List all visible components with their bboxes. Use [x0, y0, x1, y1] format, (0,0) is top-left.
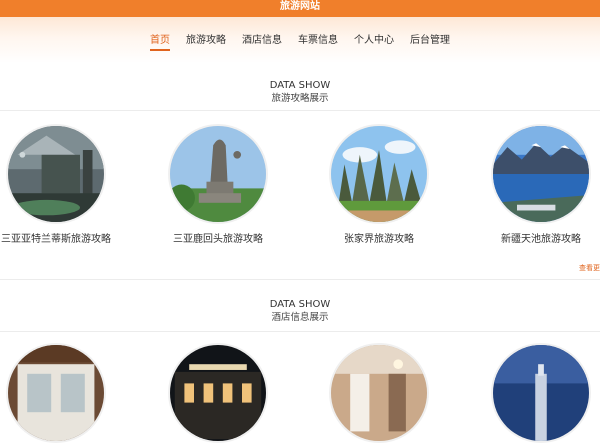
- luhuitou-statue-image: [168, 124, 268, 224]
- travel-card-caption: 张家界旅游攻略: [344, 234, 414, 245]
- travel-card-caption: 新疆天池旅游攻略: [501, 234, 581, 245]
- hotel-card-3[interactable]: [299, 343, 459, 443]
- hotel-night-exterior-image: [168, 343, 268, 443]
- hotel-card-4[interactable]: [461, 343, 600, 443]
- site-title-bar: 旅游网站: [0, 0, 600, 17]
- nav-item-hotel-info[interactable]: 酒店信息: [242, 31, 282, 51]
- travel-section-header: DATA SHOW 旅游攻略展示: [0, 79, 600, 106]
- section-divider: [0, 110, 600, 111]
- nav-menu: 首页 旅游攻略 酒店信息 车票信息 个人中心 后台管理: [0, 31, 600, 51]
- hotel-section-title-zh: 酒店信息展示: [271, 312, 329, 323]
- travel-section-title-en: DATA SHOW: [269, 80, 331, 91]
- hotel-interior-image: [329, 343, 429, 443]
- nav-item-personal-center[interactable]: 个人中心: [354, 31, 394, 51]
- hotel-card-1[interactable]: [0, 343, 136, 443]
- travel-card-caption: 三亚鹿回头旅游攻略: [173, 234, 263, 245]
- section-divider: [0, 331, 600, 332]
- travel-card-zhangjiajie[interactable]: 张家界旅游攻略: [299, 124, 459, 245]
- main-navigation: 首页 旅游攻略 酒店信息 车票信息 个人中心 后台管理: [0, 17, 600, 63]
- nav-item-admin[interactable]: 后台管理: [410, 31, 450, 51]
- travel-section-title-zh: 旅游攻略展示: [271, 93, 329, 104]
- hotel-section-header: DATA SHOW 酒店信息展示: [0, 298, 600, 325]
- view-more-link[interactable]: 查看更: [579, 263, 600, 273]
- hotel-card-2[interactable]: [138, 343, 298, 443]
- site-title: 旅游网站: [280, 1, 320, 12]
- zhangjiajie-mountains-image: [329, 124, 429, 224]
- section-divider: [0, 279, 600, 280]
- hotel-section-title-en: DATA SHOW: [269, 299, 331, 310]
- travel-card-tianchi[interactable]: 新疆天池旅游攻略: [461, 124, 600, 245]
- travel-card-luhuitou[interactable]: 三亚鹿回头旅游攻略: [138, 124, 298, 245]
- nav-item-travel-guides[interactable]: 旅游攻略: [186, 31, 226, 51]
- hotel-tower-image: [491, 343, 591, 443]
- atlantis-aquarium-image: [6, 124, 106, 224]
- tianchi-lake-image: [491, 124, 591, 224]
- nav-item-home[interactable]: 首页: [150, 31, 170, 51]
- travel-card-atlantis[interactable]: 三亚亚特兰蒂斯旅游攻略: [0, 124, 136, 245]
- hotel-lobby-image: [6, 343, 106, 443]
- nav-item-ticket-info[interactable]: 车票信息: [298, 31, 338, 51]
- travel-card-caption: 三亚亚特兰蒂斯旅游攻略: [1, 234, 111, 245]
